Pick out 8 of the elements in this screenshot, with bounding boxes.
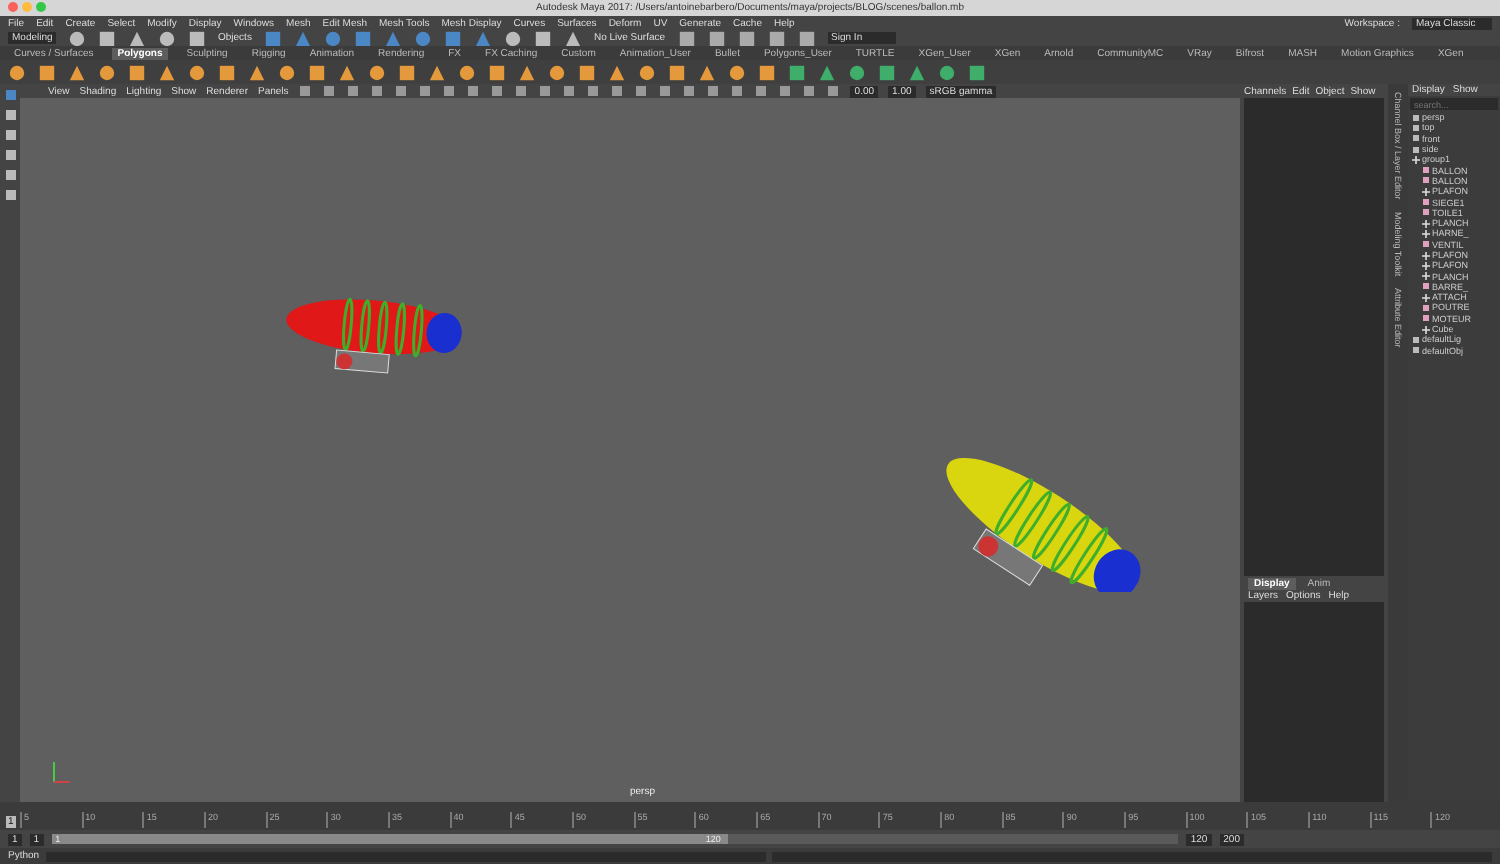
group-icon (1422, 187, 1430, 196)
command-field[interactable] (45, 851, 766, 861)
mesh-icon (1422, 282, 1430, 291)
mesh-icon (1422, 240, 1430, 249)
group-icon (1422, 293, 1430, 302)
group-icon (1422, 325, 1430, 334)
group-icon (1412, 155, 1420, 164)
axis-gizmo-icon (48, 758, 72, 786)
